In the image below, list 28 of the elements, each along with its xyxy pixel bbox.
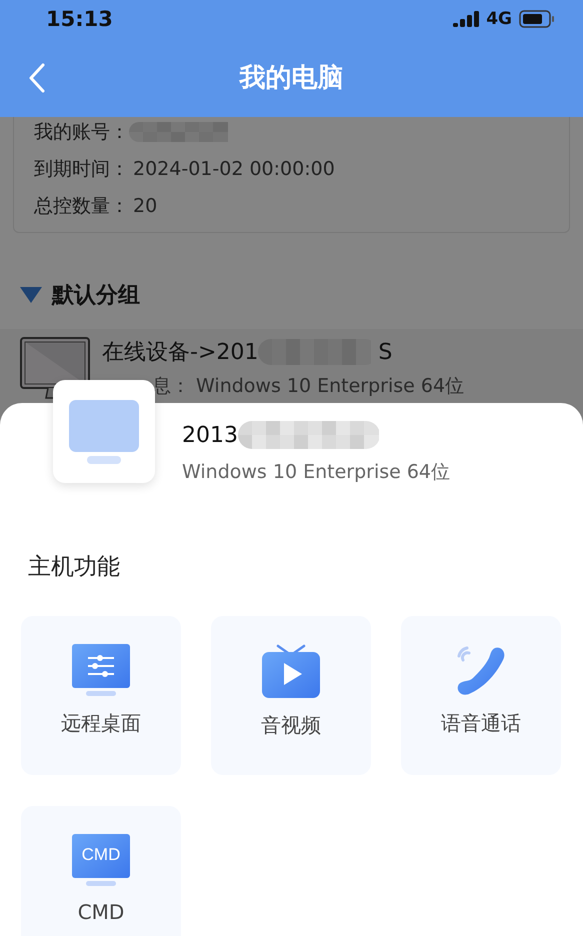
page-title: 我的电脑	[240, 62, 344, 95]
monitor-icon	[72, 834, 130, 886]
device-name-end: S	[378, 340, 392, 364]
battery-icon	[519, 10, 555, 28]
network-type: 4G	[486, 9, 512, 29]
function-tile[interactable]: 音视频	[211, 616, 371, 775]
field-value: 20	[133, 194, 158, 216]
monitor-icon	[69, 400, 139, 464]
function-tile[interactable]: CMD CMD	[21, 806, 181, 936]
device-name: 2013	[182, 422, 238, 448]
tv-play-icon	[262, 644, 320, 698]
status-time: 15:13	[46, 7, 113, 31]
phone-icon	[455, 644, 507, 696]
function-tile[interactable]: 远程桌面	[21, 616, 181, 775]
monitor-sliders-icon	[72, 644, 130, 696]
field-label: 总控数量：	[34, 194, 129, 218]
signal-icon	[453, 11, 480, 27]
group-name: 默认分组	[52, 282, 140, 310]
back-icon	[28, 62, 46, 92]
function-tile[interactable]: 语音通话	[401, 616, 561, 775]
field-label: 到期时间：	[34, 156, 129, 182]
section-title: 主机功能	[28, 553, 121, 582]
device-os: Windows 10 Enterprise 64位	[182, 460, 452, 485]
field-value: 2024-01-02 00:00:00	[133, 158, 335, 180]
field-label: 我的账号：	[34, 120, 129, 144]
device-name: 在线设备->201	[102, 339, 258, 367]
icon-text: CMD	[80, 845, 122, 865]
computer-icon	[20, 337, 90, 399]
